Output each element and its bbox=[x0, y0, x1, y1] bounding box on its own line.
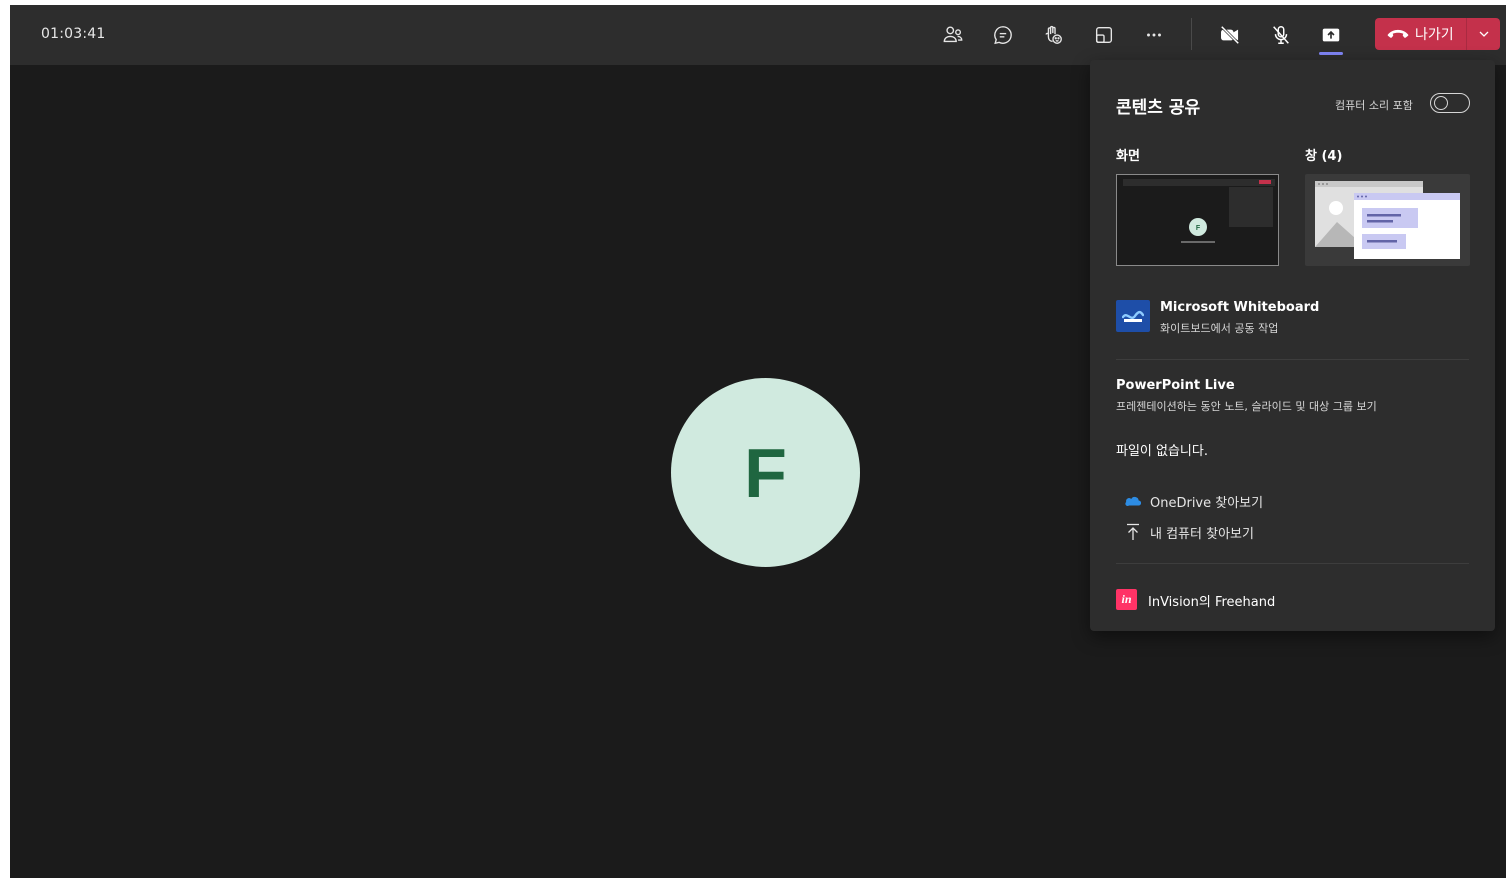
onedrive-cloud-icon bbox=[1124, 492, 1142, 510]
share-screen-icon[interactable] bbox=[1317, 21, 1345, 49]
powerpoint-live-subtitle: 프레젠테이션하는 동안 노트, 슬라이드 및 대상 그룹 보기 bbox=[1116, 400, 1377, 413]
raise-hand-icon[interactable] bbox=[1039, 21, 1067, 49]
invision-freehand-option[interactable]: InVision의 Freehand bbox=[1148, 591, 1275, 610]
toolbar-divider bbox=[1191, 18, 1192, 50]
participant-avatar: F bbox=[671, 378, 860, 567]
section-divider bbox=[1116, 359, 1469, 360]
call-timer: 01:03:41 bbox=[41, 26, 106, 42]
whiteboard-subtitle: 화이트보드에서 공동 작업 bbox=[1160, 322, 1279, 335]
upload-arrow-icon bbox=[1124, 523, 1142, 541]
meeting-toolbar: 01:03:41 나가기 bbox=[10, 5, 1506, 65]
include-audio-toggle[interactable] bbox=[1430, 93, 1470, 113]
chevron-down-icon[interactable] bbox=[1467, 18, 1500, 50]
toggle-knob bbox=[1434, 96, 1448, 110]
whiteboard-option[interactable]: Microsoft Whiteboard bbox=[1160, 300, 1319, 315]
mic-off-icon[interactable] bbox=[1267, 21, 1295, 49]
svg-text:F: F bbox=[1196, 225, 1201, 232]
leave-main[interactable]: 나가기 bbox=[1375, 18, 1466, 50]
hang-up-icon bbox=[1387, 29, 1409, 38]
leave-button[interactable]: 나가기 bbox=[1375, 18, 1500, 50]
more-icon[interactable] bbox=[1140, 21, 1168, 49]
powerpoint-live-title: PowerPoint Live bbox=[1116, 378, 1235, 393]
whiteboard-icon bbox=[1116, 300, 1150, 332]
camera-off-icon[interactable] bbox=[1216, 21, 1244, 49]
section-divider bbox=[1116, 563, 1469, 564]
include-audio-label: 컴퓨터 소리 포함 bbox=[1335, 99, 1413, 112]
share-active-indicator bbox=[1319, 52, 1343, 55]
browse-computer-button[interactable]: 내 컴퓨터 찾아보기 bbox=[1124, 522, 1254, 542]
share-content-panel: 콘텐츠 공유 컴퓨터 소리 포함 화면 창 (4) F Microsoft Wh… bbox=[1090, 60, 1495, 631]
screen-thumbnail[interactable]: F bbox=[1116, 174, 1279, 266]
leave-label: 나가기 bbox=[1415, 27, 1454, 43]
no-files-message: 파일이 없습니다. bbox=[1116, 444, 1208, 459]
meeting-window: 01:03:41 나가기 F 콘텐츠 공유 컴퓨터 소리 포함 화면 창 (4)… bbox=[10, 5, 1506, 878]
view-icon[interactable] bbox=[1090, 21, 1118, 49]
panel-title: 콘텐츠 공유 bbox=[1116, 98, 1201, 118]
browse-onedrive-label: OneDrive 찾아보기 bbox=[1150, 495, 1264, 511]
screen-section-label: 화면 bbox=[1116, 149, 1140, 164]
avatar-initial: F bbox=[744, 433, 787, 512]
window-section-label: 창 (4) bbox=[1305, 149, 1343, 164]
window-thumbnail[interactable] bbox=[1305, 174, 1470, 266]
people-icon[interactable] bbox=[939, 21, 967, 49]
chat-icon[interactable] bbox=[989, 21, 1017, 49]
browse-onedrive-button[interactable]: OneDrive 찾아보기 bbox=[1124, 491, 1263, 511]
invision-icon: in bbox=[1116, 589, 1137, 610]
screen-preview-image: F bbox=[1117, 175, 1278, 265]
browse-computer-label: 내 컴퓨터 찾아보기 bbox=[1150, 526, 1254, 542]
window-preview-image bbox=[1315, 181, 1460, 259]
